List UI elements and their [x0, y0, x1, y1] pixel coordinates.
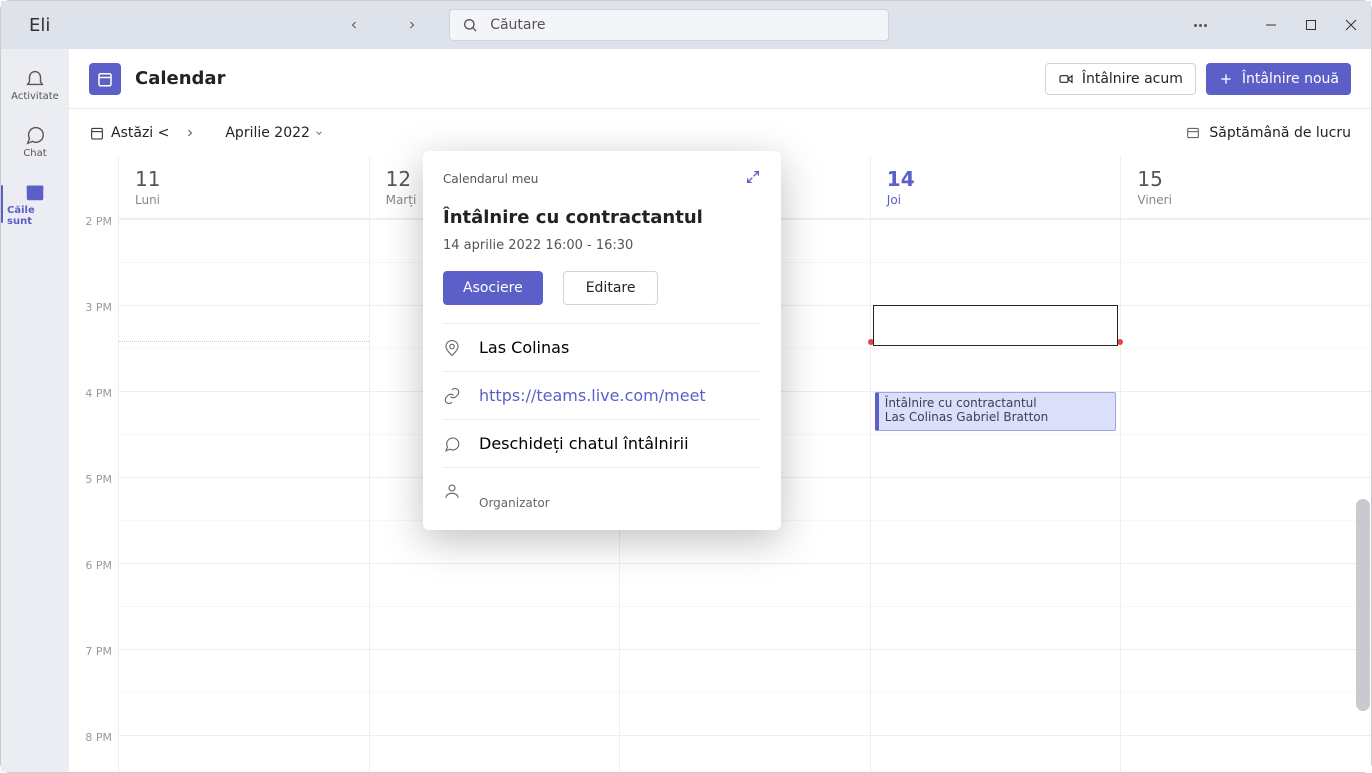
- search-icon: [462, 17, 478, 33]
- plus-icon: [1218, 71, 1234, 87]
- day-header: 15 Vineri: [1121, 157, 1371, 219]
- chat-icon: [24, 124, 46, 146]
- app-title: Eli: [29, 15, 50, 36]
- hour-label: 2 PM: [85, 215, 112, 228]
- scrollbar-thumb[interactable]: [1356, 499, 1370, 711]
- rail-calendar[interactable]: Căile sunt: [7, 177, 63, 231]
- close-button[interactable]: [1345, 16, 1357, 35]
- popup-organizer-row: Organizator: [443, 468, 761, 510]
- more-options-button[interactable]: [1194, 24, 1207, 27]
- day-column[interactable]: 14 Joi Întâlnire cu contractantulLas Col…: [871, 157, 1122, 772]
- person-icon: [443, 482, 461, 500]
- new-meeting-button[interactable]: Întâlnire nouă: [1206, 63, 1351, 95]
- hour-label: 3 PM: [85, 301, 112, 314]
- calendar-event[interactable]: Întâlnire cu contractantulLas Colinas Ga…: [875, 392, 1117, 431]
- popup-calendar-name: Calendarul meu: [443, 172, 538, 186]
- content-header: Calendar Întâlnire acum Întâlnire nouă: [69, 49, 1371, 109]
- bell-icon: [24, 67, 46, 89]
- open-chat-icon: [443, 435, 461, 453]
- expand-popup-button[interactable]: [745, 169, 761, 189]
- rail-activity[interactable]: Activitate: [7, 63, 63, 106]
- day-slots[interactable]: [1121, 219, 1371, 772]
- link-icon: [443, 387, 461, 405]
- video-icon: [1058, 71, 1074, 87]
- location-icon: [443, 339, 461, 357]
- day-header: 11 Luni: [119, 157, 369, 219]
- title-bar: Eli Căutare: [1, 1, 1371, 49]
- history-back-button[interactable]: [339, 10, 369, 40]
- search-placeholder: Căutare: [490, 17, 545, 33]
- month-picker[interactable]: Aprilie 2022: [225, 125, 324, 141]
- calendar-badge-icon: [89, 63, 121, 95]
- chevron-down-icon: [314, 128, 324, 138]
- left-nav-rail: Activitate Chat Căile sunt: [1, 49, 69, 772]
- popup-link-row[interactable]: https://teams.live.com/meet: [443, 372, 761, 420]
- hour-label: 4 PM: [85, 387, 112, 400]
- calendar-icon: [24, 181, 46, 203]
- rail-chat[interactable]: Chat: [7, 120, 63, 163]
- event-details-popup: Calendarul meu Întâlnire cu contractantu…: [423, 151, 781, 530]
- hour-label: 6 PM: [85, 559, 112, 572]
- join-button[interactable]: Asociere: [443, 271, 543, 305]
- calendar-toolbar: Astăzi < Aprilie 2022 Săptămână de lucru: [69, 109, 1371, 157]
- day-slots[interactable]: Întâlnire cu contractantulLas Colinas Ga…: [871, 219, 1121, 772]
- popup-location-row: Las Colinas: [443, 324, 761, 372]
- popup-chat-row[interactable]: Deschideți chatul întâlnirii: [443, 420, 761, 468]
- day-slots[interactable]: [119, 219, 369, 772]
- popup-event-title: Întâlnire cu contractantul: [443, 207, 761, 228]
- day-column[interactable]: 11 Luni: [119, 157, 370, 772]
- week-view-icon: [1185, 125, 1201, 141]
- goto-today-icon: [89, 125, 105, 141]
- page-title: Calendar: [135, 68, 225, 89]
- history-forward-button[interactable]: [397, 10, 427, 40]
- hour-label: 7 PM: [85, 645, 112, 658]
- view-picker[interactable]: Săptămână de lucru: [1185, 125, 1351, 141]
- search-input[interactable]: Căutare: [449, 9, 889, 41]
- next-period-button[interactable]: [175, 118, 205, 148]
- popup-event-time: 14 aprilie 2022 16:00 - 16:30: [443, 238, 761, 253]
- hour-label: 5 PM: [85, 473, 112, 486]
- meet-now-button[interactable]: Întâlnire acum: [1045, 63, 1196, 95]
- edit-button[interactable]: Editare: [563, 271, 659, 305]
- hour-label: 8 PM: [85, 731, 112, 744]
- time-selection[interactable]: [873, 305, 1119, 346]
- day-header: 14 Joi: [871, 157, 1121, 219]
- day-column[interactable]: 15 Vineri: [1121, 157, 1371, 772]
- today-button[interactable]: Astăzi <: [89, 125, 169, 141]
- time-gutter: 2 PM 3 PM 4 PM 5 PM 6 PM 7 PM 8 PM: [69, 157, 119, 772]
- minimize-button[interactable]: [1265, 16, 1277, 35]
- maximize-button[interactable]: [1305, 16, 1317, 35]
